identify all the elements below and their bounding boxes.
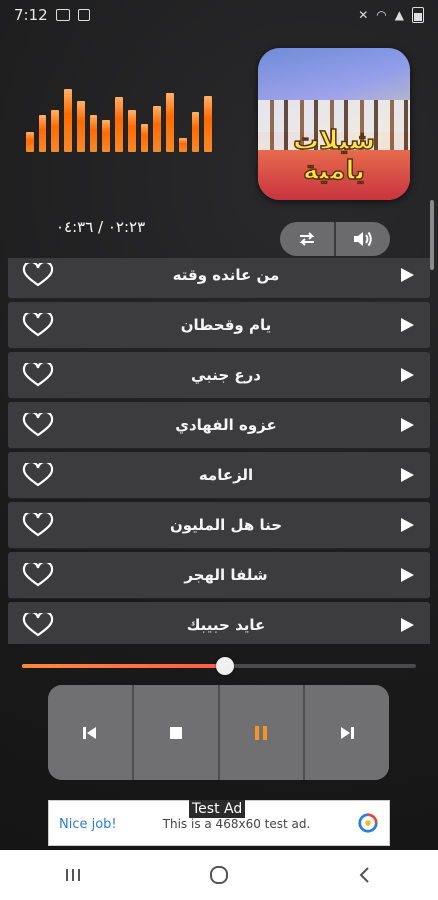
recents-button[interactable] (53, 855, 93, 895)
seek-bar-fill (22, 664, 225, 668)
repeat-button[interactable] (280, 222, 334, 256)
status-left: 7:12 (14, 6, 90, 24)
visualizer-bar (127, 110, 136, 152)
time-display: ٠٢:٢٣ / ٠٤:٣٦ (56, 218, 146, 236)
favorite-heart-icon[interactable] (22, 513, 54, 537)
song-title: شلفا الهجر (184, 566, 268, 584)
album-title: شيلات يامية (292, 125, 376, 187)
back-icon (359, 867, 369, 883)
song-row[interactable]: يام وقحطان (8, 302, 430, 348)
song-row[interactable]: حنا هل المليون (8, 502, 430, 548)
song-row[interactable]: درع جنبي (8, 352, 430, 398)
favorite-heart-icon[interactable] (22, 363, 54, 387)
home-button[interactable] (199, 855, 239, 895)
ad-logo-icon (358, 813, 378, 833)
favorite-heart-icon[interactable] (22, 413, 54, 437)
pause-icon (255, 725, 268, 740)
favorite-heart-icon[interactable] (22, 313, 54, 337)
visualizer-bar (64, 89, 72, 152)
visualizer-bar (191, 112, 200, 152)
song-title: عزوه الفهادي (175, 416, 277, 434)
back-button[interactable] (345, 855, 385, 895)
play-icon[interactable] (398, 616, 416, 634)
wifi-icon: ◠ (376, 8, 387, 22)
ad-body-text: This is a 468x60 test ad. (162, 817, 311, 831)
status-right: ✕ ◠ ▲ (358, 7, 424, 23)
next-button[interactable] (303, 685, 389, 780)
repeat-icon (299, 232, 315, 246)
play-icon[interactable] (398, 366, 416, 384)
song-row[interactable]: من عانده وقته (8, 258, 430, 298)
visualizer-bar (204, 96, 213, 152)
list-scrollbar[interactable] (430, 200, 434, 270)
visualizer-bar (38, 115, 47, 152)
play-icon[interactable] (398, 566, 416, 584)
recents-icon (66, 869, 80, 881)
visualizer-bar (102, 120, 111, 152)
visualizer-bar (76, 101, 85, 152)
status-bar: 7:12 ✕ ◠ ▲ (0, 0, 438, 30)
system-nav-bar (0, 850, 438, 900)
play-icon[interactable] (398, 266, 416, 284)
ad-label: Test Ad (189, 800, 246, 818)
visualizer-bar (140, 124, 149, 152)
song-row[interactable]: عايد حبيبك (8, 602, 430, 644)
visualizer-bar (153, 106, 162, 152)
visualizer-bar (115, 97, 123, 152)
visualizer-bar (51, 110, 60, 152)
play-icon[interactable] (398, 416, 416, 434)
playback-options (280, 222, 390, 256)
app-screen: 7:12 ✕ ◠ ▲ شيلات يامية ٠٢:٢٣ / ٠٤:٣٦ من … (0, 0, 438, 900)
favorite-heart-icon[interactable] (22, 613, 54, 637)
play-icon[interactable] (398, 516, 416, 534)
song-title: عايد حبيبك (186, 616, 266, 634)
play-icon[interactable] (398, 466, 416, 484)
volume-button[interactable] (334, 222, 390, 256)
next-icon (341, 726, 355, 739)
seek-bar[interactable] (22, 657, 416, 675)
stop-button[interactable] (131, 685, 218, 780)
song-row[interactable]: شلفا الهجر (8, 552, 430, 598)
song-title: من عانده وقته (172, 266, 280, 284)
visualizer-bar (26, 132, 34, 152)
battery-icon (412, 7, 424, 23)
favorite-heart-icon[interactable] (22, 463, 54, 487)
mute-icon: ✕ (358, 8, 369, 22)
pause-button[interactable] (217, 685, 304, 780)
favorite-heart-icon[interactable] (22, 263, 54, 287)
home-icon (210, 866, 228, 884)
status-time: 7:12 (14, 6, 48, 24)
previous-icon (82, 726, 96, 739)
song-row[interactable]: الزعامه (8, 452, 430, 498)
song-title: يام وقحطان (180, 316, 272, 334)
song-row[interactable]: عزوه الفهادي (8, 402, 430, 448)
song-title: حنا هل المليون (169, 516, 283, 534)
favorite-heart-icon[interactable] (22, 563, 54, 587)
bag-icon (77, 9, 90, 21)
transport-controls (48, 685, 389, 780)
image-icon (55, 9, 70, 21)
ad-nice-text: Nice job! (59, 816, 117, 832)
play-icon[interactable] (398, 316, 416, 334)
volume-icon (354, 231, 372, 247)
previous-button[interactable] (48, 685, 132, 780)
song-title: درع جنبي (190, 366, 262, 384)
seek-bar-thumb[interactable] (216, 657, 234, 675)
audio-visualizer (26, 88, 213, 152)
stop-icon (169, 726, 182, 739)
song-title: الزعامه (198, 466, 254, 484)
song-list: من عانده وقته يام وقحطان درع جنبي عزوه الفه… (8, 258, 430, 644)
album-art: شيلات يامية (258, 48, 410, 200)
visualizer-bar (166, 93, 174, 152)
signal-icon: ▲ (394, 8, 404, 22)
visualizer-bar (89, 115, 98, 152)
visualizer-bar (178, 138, 187, 152)
